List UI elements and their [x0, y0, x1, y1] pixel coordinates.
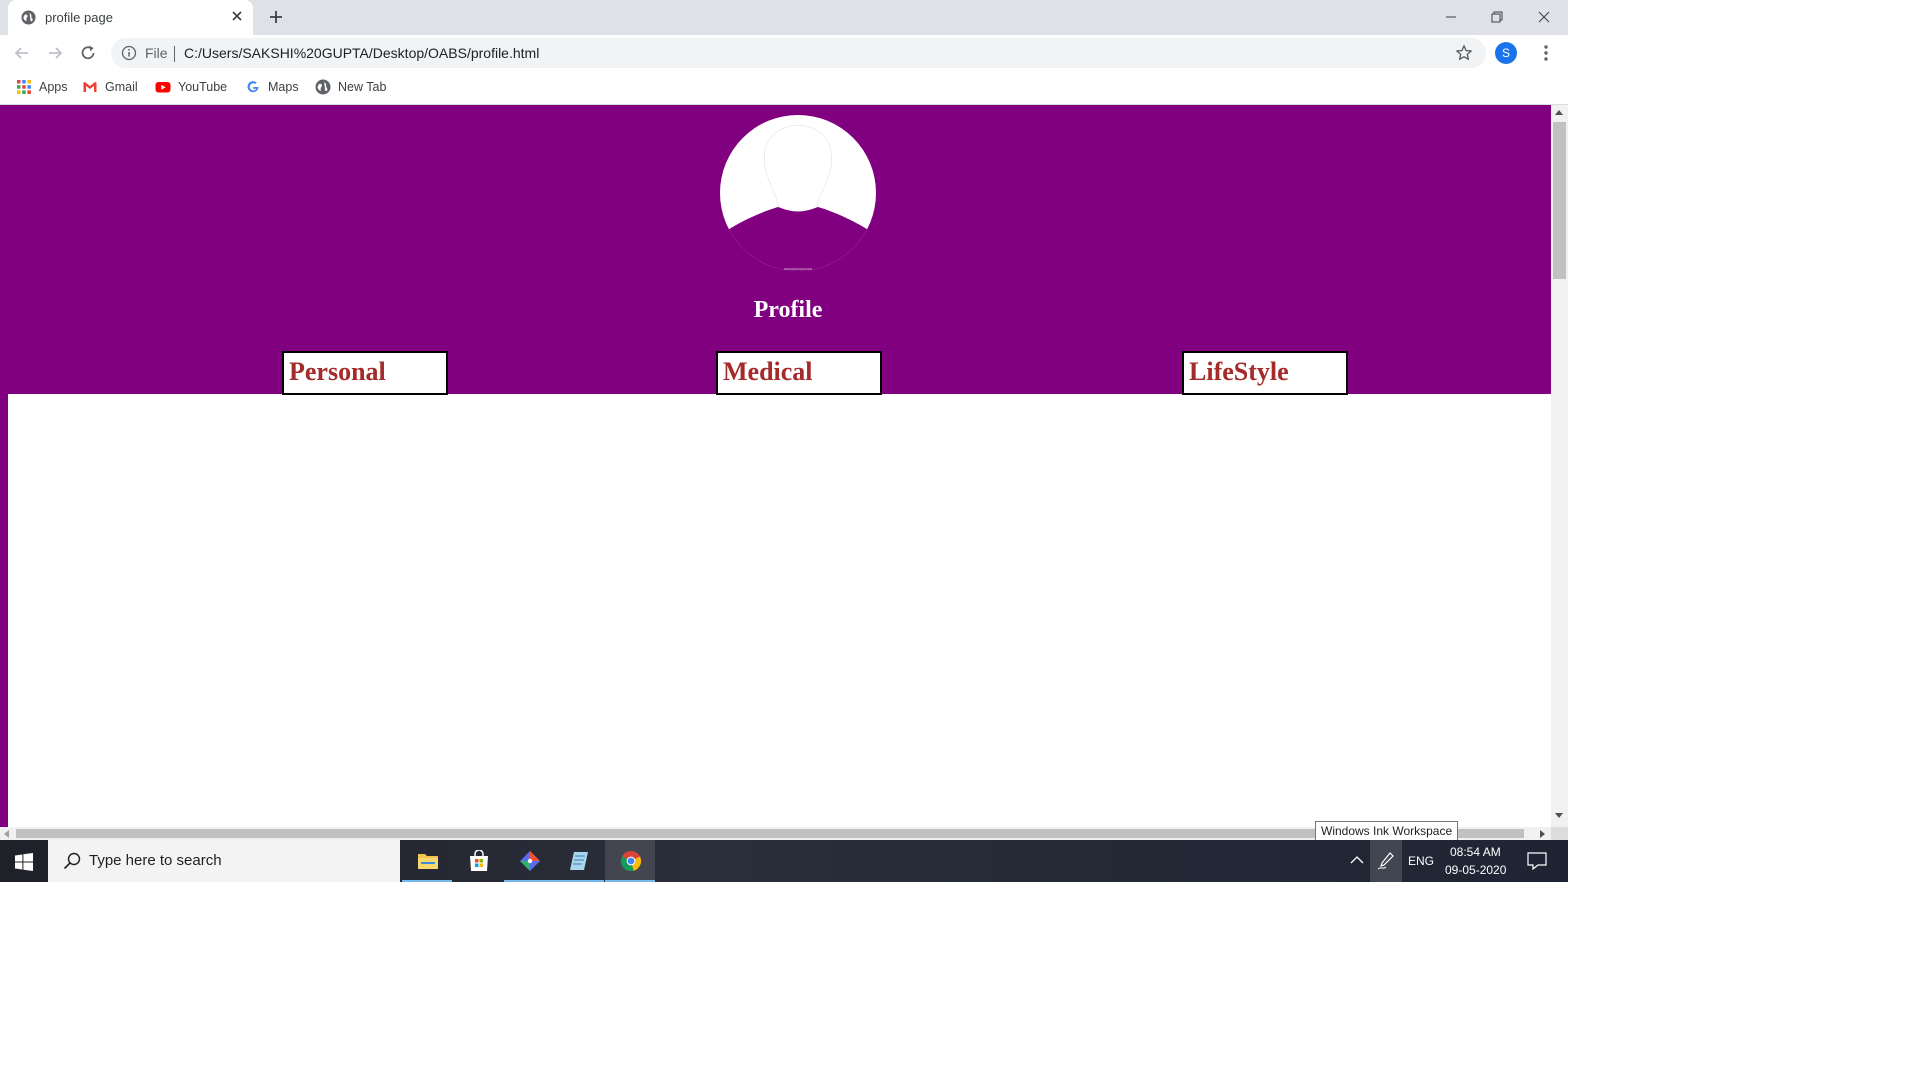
minimize-icon[interactable]: [1440, 6, 1462, 28]
bookmark-gmail[interactable]: Gmail: [82, 77, 138, 97]
profile-avatar-button[interactable]: S: [1495, 42, 1517, 64]
taskbar-git[interactable]: [504, 840, 554, 882]
clock-time: 08:54 AM: [1450, 845, 1501, 859]
scroll-left-arrow-icon[interactable]: [4, 830, 9, 838]
bookmark-star-icon[interactable]: [1455, 44, 1473, 62]
gmail-icon: [83, 82, 97, 92]
url-text[interactable]: C:/Users/SAKSHI%20GUPTA/Desktop/OABS/pro…: [184, 45, 539, 61]
taskbar-search-box[interactable]: Type here to search: [48, 840, 400, 882]
tab-title: profile page: [45, 10, 113, 25]
bookmark-apps[interactable]: Apps: [16, 77, 68, 97]
windows-ink-button[interactable]: [1370, 840, 1402, 882]
bookmark-youtube[interactable]: YouTube: [155, 77, 227, 97]
vertical-scroll-thumb[interactable]: [1553, 122, 1566, 279]
browser-toolbar: File C:/Users/SAKSHI%20GUPTA/Desktop/OAB…: [0, 35, 1568, 71]
bookmark-new-tab[interactable]: New Tab: [315, 77, 386, 97]
taskbar-file-explorer[interactable]: [402, 840, 452, 882]
bookmark-label: New Tab: [338, 80, 387, 94]
notification-icon: [1527, 852, 1547, 870]
notepad-icon: [570, 852, 588, 870]
new-tab-plus-icon[interactable]: [268, 9, 284, 25]
back-arrow-icon[interactable]: [12, 43, 32, 63]
lifestyle-tab-button[interactable]: LifeStyle: [1182, 351, 1348, 395]
chrome-icon: [620, 851, 642, 872]
personal-tab-button[interactable]: Personal: [282, 351, 448, 395]
scrollbar-corner: [1551, 827, 1568, 840]
chevron-up-icon: [1350, 856, 1364, 864]
scheme-label: File: [145, 45, 168, 61]
page-viewport: Profile Personal Medical LifeStyle: [0, 105, 1551, 827]
language-indicator: ENG: [1408, 854, 1435, 868]
clock-date: 09-05-2020: [1445, 863, 1507, 877]
restore-icon[interactable]: [1486, 6, 1508, 28]
scroll-down-arrow-icon[interactable]: [1555, 813, 1563, 818]
clock-button[interactable]: 08:54 AM 09-05-2020: [1440, 840, 1516, 882]
tab-strip: profile page: [0, 0, 1568, 35]
taskbar-notepad[interactable]: [554, 840, 604, 882]
apps-grid-icon: [17, 80, 31, 94]
start-button[interactable]: [0, 840, 48, 882]
globe-icon: [315, 79, 331, 95]
bookmark-label: Gmail: [105, 80, 138, 94]
bookmark-label: Maps: [268, 80, 299, 94]
action-center-button[interactable]: [1518, 840, 1558, 882]
show-hidden-icons-button[interactable]: [1346, 840, 1368, 882]
input-language-button[interactable]: ENG: [1404, 840, 1438, 882]
globe-icon: [21, 10, 36, 25]
git-icon: [520, 851, 540, 871]
pen-ink-icon: [1377, 852, 1394, 870]
file-explorer-icon: [418, 854, 438, 869]
bookmark-label: Apps: [39, 80, 68, 94]
user-silhouette-icon: [720, 115, 876, 271]
omnibox-divider: [174, 46, 175, 62]
taskbar-microsoft-store[interactable]: [453, 840, 503, 882]
vertical-scrollbar[interactable]: [1551, 105, 1568, 827]
horizontal-scroll-thumb[interactable]: [16, 829, 1524, 838]
search-placeholder: Type here to search: [89, 852, 222, 869]
kebab-menu-icon[interactable]: [1537, 43, 1555, 63]
scroll-right-arrow-icon[interactable]: [1540, 830, 1545, 838]
personal-tab-label: Personal: [289, 357, 386, 386]
youtube-icon: [155, 82, 171, 93]
medical-tab-button[interactable]: Medical: [716, 351, 882, 395]
forward-arrow-icon[interactable]: [45, 43, 65, 63]
bookmarks-bar: Apps Gmail YouTube Maps New Tab: [0, 71, 1568, 105]
microsoft-store-icon: [470, 850, 488, 871]
google-icon: [247, 81, 259, 93]
search-icon: [63, 852, 81, 870]
tooltip: Windows Ink Workspace: [1315, 821, 1459, 842]
address-bar[interactable]: File C:/Users/SAKSHI%20GUPTA/Desktop/OAB…: [111, 38, 1486, 68]
browser-tab[interactable]: profile page: [8, 0, 253, 35]
scroll-up-arrow-icon[interactable]: [1555, 110, 1563, 115]
bookmark-maps[interactable]: Maps: [245, 77, 299, 97]
taskbar: Type here to search ENG 08:54 AM 09-05-2…: [0, 840, 1568, 882]
close-tab-icon[interactable]: [230, 9, 244, 23]
lifestyle-tab-label: LifeStyle: [1189, 357, 1289, 386]
info-icon[interactable]: [121, 45, 137, 61]
bookmark-label: YouTube: [178, 80, 228, 94]
close-window-icon[interactable]: [1533, 6, 1555, 28]
reload-icon[interactable]: [78, 43, 98, 63]
taskbar-chrome[interactable]: [605, 840, 655, 882]
medical-tab-label: Medical: [723, 357, 813, 386]
page-title: Profile: [753, 297, 823, 323]
windows-logo-icon: [15, 853, 33, 871]
